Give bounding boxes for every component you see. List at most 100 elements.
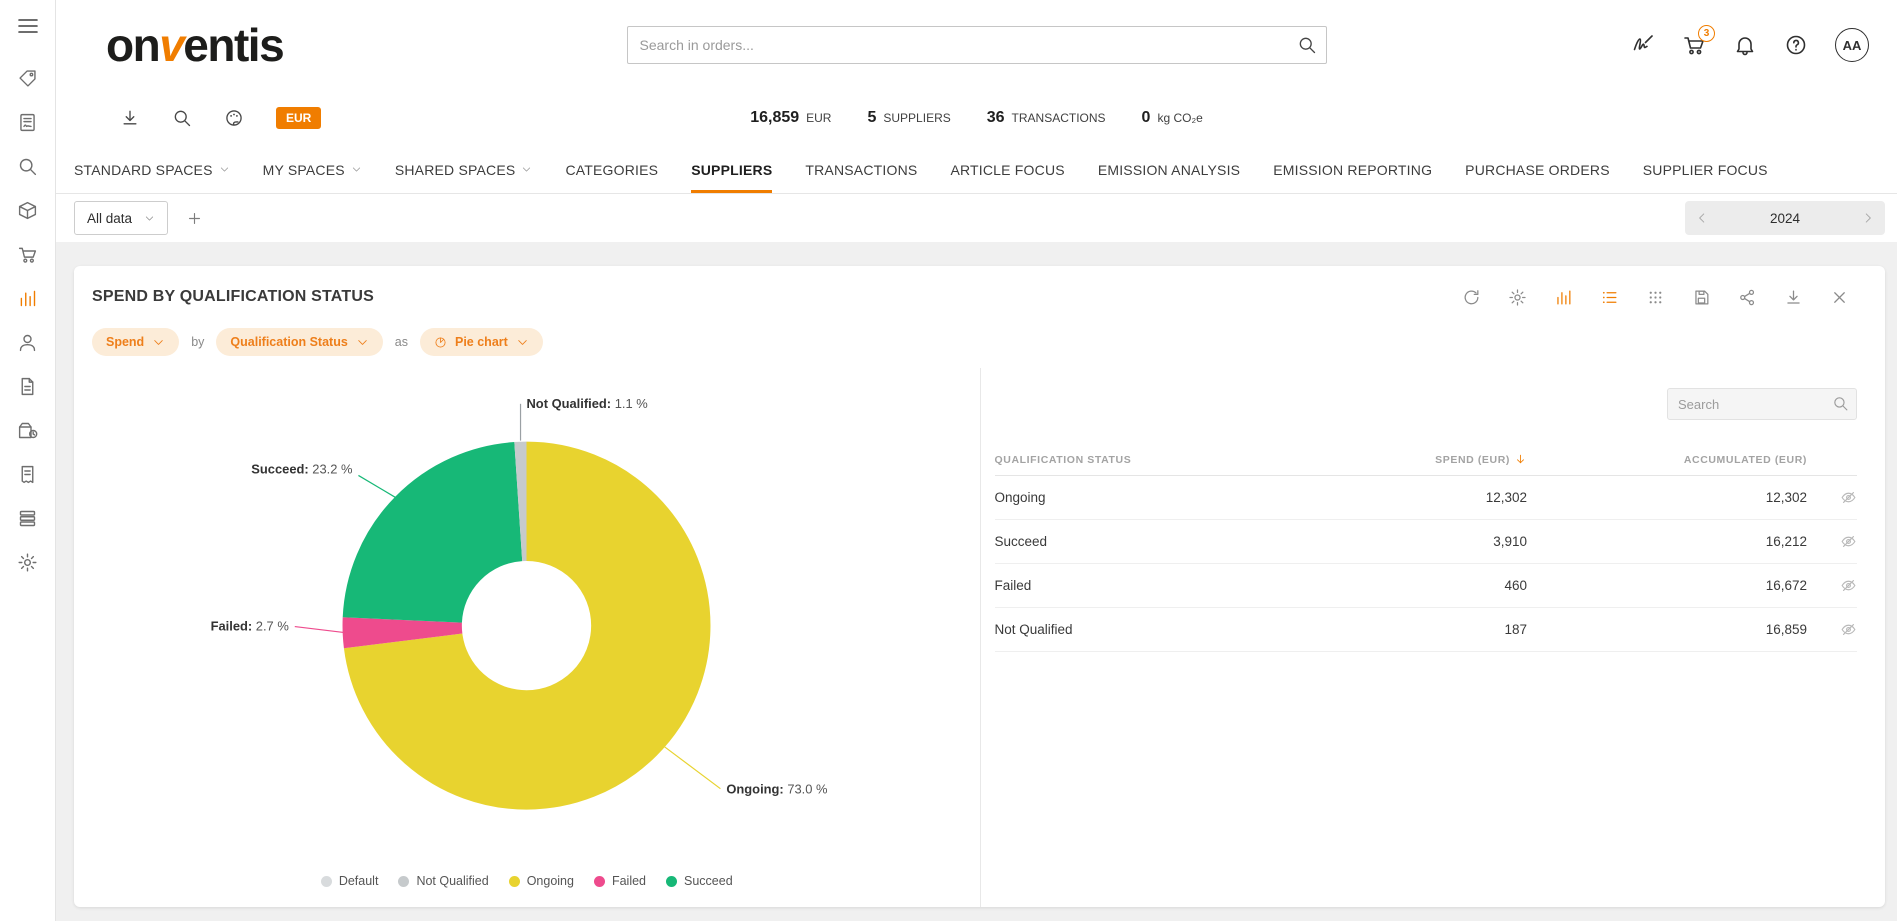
tab-purchase-orders[interactable]: PURCHASE ORDERS xyxy=(1465,146,1610,193)
legend-label: Failed xyxy=(612,874,646,888)
legend-item-not-qualified[interactable]: Not Qualified xyxy=(398,874,488,888)
tab-categories[interactable]: CATEGORIES xyxy=(565,146,658,193)
table-row-failed[interactable]: Failed46016,672 xyxy=(995,564,1858,608)
settings-icon[interactable] xyxy=(17,552,38,573)
close-icon[interactable] xyxy=(1830,288,1849,307)
table-row-ongoing[interactable]: Ongoing12,30212,302 xyxy=(995,476,1858,520)
stat-label: TRANSACTIONS xyxy=(1012,111,1106,125)
share-icon[interactable] xyxy=(1738,288,1757,307)
contract-icon[interactable] xyxy=(17,112,38,133)
settings-icon[interactable] xyxy=(1508,288,1527,307)
chevron-down-icon xyxy=(152,336,165,349)
logo-text: on xyxy=(106,19,159,71)
year-navigator: 2024 xyxy=(1685,201,1885,235)
tab-supplier-focus[interactable]: SUPPLIER FOCUS xyxy=(1643,146,1768,193)
column-spend[interactable]: SPEND (EUR) xyxy=(1337,453,1527,466)
cell-spend: 187 xyxy=(1337,622,1527,637)
save-icon[interactable] xyxy=(1692,288,1711,307)
cart-badge: 3 xyxy=(1698,25,1715,42)
tab-transactions[interactable]: TRANSACTIONS xyxy=(805,146,917,193)
cell-spend: 460 xyxy=(1337,578,1527,593)
tab-emission-analysis[interactable]: EMISSION ANALYSIS xyxy=(1098,146,1240,193)
tab-shared-spaces[interactable]: SHARED SPACES xyxy=(395,146,533,193)
tab-emission-reporting[interactable]: EMISSION REPORTING xyxy=(1273,146,1432,193)
dimension-chip[interactable]: Qualification Status xyxy=(216,328,382,356)
refresh-icon[interactable] xyxy=(1462,288,1481,307)
chart-view-icon[interactable] xyxy=(1554,288,1573,307)
grid-icon[interactable] xyxy=(1646,288,1665,307)
cart-icon[interactable] xyxy=(17,244,38,265)
legend-label: Not Qualified xyxy=(416,874,488,888)
summary-stats: 16,859EUR5SUPPLIERS36TRANSACTIONS0kg CO₂… xyxy=(750,109,1203,127)
legend-item-failed[interactable]: Failed xyxy=(594,874,646,888)
help-icon[interactable] xyxy=(1784,33,1808,57)
document-icon[interactable] xyxy=(17,376,38,397)
hide-row-icon[interactable] xyxy=(1807,621,1857,638)
onventis-logo[interactable]: onventis xyxy=(106,18,283,72)
legend-item-default[interactable]: Default xyxy=(321,874,379,888)
tab-suppliers[interactable]: SUPPLIERS xyxy=(691,146,772,193)
legend-item-ongoing[interactable]: Ongoing xyxy=(509,874,574,888)
measure-chip[interactable]: Spend xyxy=(92,328,179,356)
hide-row-icon[interactable] xyxy=(1807,489,1857,506)
table-view-icon[interactable] xyxy=(1600,288,1619,307)
callout-label-failed: Failed: 2.7 % xyxy=(211,619,290,634)
supplier-icon[interactable] xyxy=(17,332,38,353)
pie-chart-icon xyxy=(434,336,447,349)
palette-icon[interactable] xyxy=(224,108,244,128)
chevron-down-icon xyxy=(144,213,155,224)
analysis-toolbar: EUR 16,859EUR5SUPPLIERS36TRANSACTIONS0kg… xyxy=(56,90,1897,146)
magnifier-icon[interactable] xyxy=(172,108,192,128)
tag-icon[interactable] xyxy=(17,68,38,89)
table-search-input[interactable] xyxy=(1667,388,1857,420)
invoice-icon[interactable] xyxy=(17,464,38,485)
export-icon[interactable] xyxy=(1784,288,1803,307)
approvals-icon[interactable] xyxy=(1631,33,1655,57)
tab-my-spaces[interactable]: MY SPACES xyxy=(263,146,362,193)
package-icon[interactable] xyxy=(17,200,38,221)
hide-row-icon[interactable] xyxy=(1807,533,1857,550)
table-search xyxy=(1667,388,1857,420)
search-icon[interactable] xyxy=(1297,35,1317,55)
column-label: ACCUMULATED (EUR) xyxy=(1684,454,1807,466)
tab-label: MY SPACES xyxy=(263,162,345,178)
catalog-icon[interactable] xyxy=(17,508,38,529)
avatar[interactable]: AA xyxy=(1835,28,1869,62)
legend-label: Succeed xyxy=(684,874,733,888)
table-row-not-qualified[interactable]: Not Qualified18716,859 xyxy=(995,608,1858,652)
column-accumulated[interactable]: ACCUMULATED (EUR) xyxy=(1527,454,1807,466)
sort-desc-icon[interactable] xyxy=(1514,453,1527,466)
search-input[interactable] xyxy=(627,26,1327,64)
cart-button[interactable]: 3 xyxy=(1682,33,1706,57)
dataset-select[interactable]: All data xyxy=(74,201,168,235)
magnifier-icon[interactable] xyxy=(17,156,38,177)
legend-item-succeed[interactable]: Succeed xyxy=(666,874,733,888)
delivery-icon[interactable] xyxy=(17,420,38,441)
tab-standard-spaces[interactable]: STANDARD SPACES xyxy=(74,146,230,193)
add-view-icon[interactable] xyxy=(186,210,203,227)
table-row-succeed[interactable]: Succeed3,91016,212 xyxy=(995,520,1858,564)
callout-label-not-qualified: Not Qualified: 1.1 % xyxy=(527,396,649,411)
tab-article-focus[interactable]: ARTICLE FOCUS xyxy=(950,146,1064,193)
currency-badge[interactable]: EUR xyxy=(276,107,321,129)
dimension-label: Qualification Status xyxy=(230,335,347,349)
callout-label-succeed: Succeed: 23.2 % xyxy=(252,461,354,476)
menu-icon[interactable] xyxy=(16,14,40,38)
app-root: onventis 3 AA EUR xyxy=(0,0,1897,921)
notifications-icon[interactable] xyxy=(1733,33,1757,57)
search-icon[interactable] xyxy=(1832,395,1849,412)
legend-dot xyxy=(398,876,409,887)
column-qualification-status[interactable]: QUALIFICATION STATUS xyxy=(995,454,1338,466)
download-icon[interactable] xyxy=(120,108,140,128)
previous-year-icon[interactable] xyxy=(1695,211,1709,225)
hide-row-icon[interactable] xyxy=(1807,577,1857,594)
stat-value: 0 xyxy=(1142,109,1151,127)
column-label: SPEND (EUR) xyxy=(1435,454,1510,466)
chart-pane: Ongoing: 73.0 %Failed: 2.7 %Succeed: 23.… xyxy=(74,368,980,907)
card-actions xyxy=(1462,288,1849,307)
cell-status: Ongoing xyxy=(995,490,1338,505)
analytics-icon[interactable] xyxy=(17,288,38,309)
next-year-icon[interactable] xyxy=(1861,211,1875,225)
callout-line xyxy=(665,747,721,789)
chart-type-chip[interactable]: Pie chart xyxy=(420,328,543,356)
